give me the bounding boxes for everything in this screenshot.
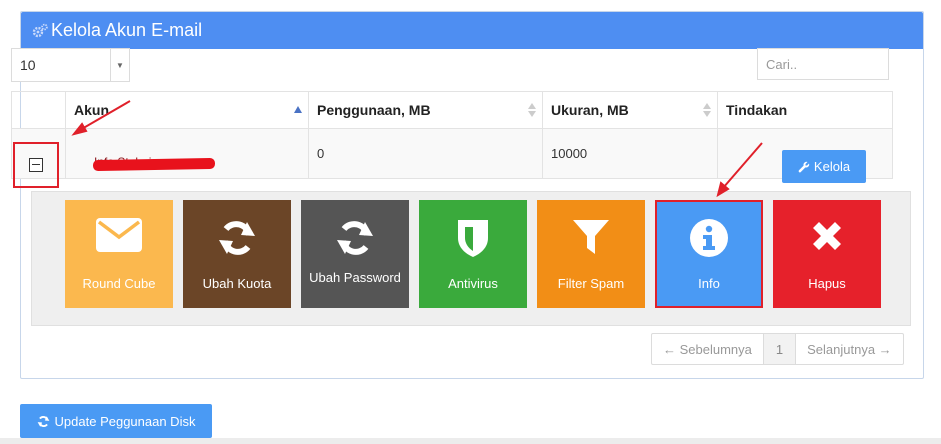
panel-title: Kelola Akun E-mail <box>51 20 203 40</box>
page-footer-strip <box>0 438 941 444</box>
tile-label: Ubah Password <box>309 270 401 285</box>
change-quota-tile[interactable]: Ubah Kuota <box>183 200 291 308</box>
redaction-mark <box>92 157 216 172</box>
minus-square-icon <box>29 158 43 172</box>
column-header-akun[interactable]: Akun <box>65 91 309 129</box>
size-cell: 10000 <box>542 128 718 179</box>
filter-icon <box>537 218 645 258</box>
page-length-value: 10 <box>20 57 36 73</box>
kelola-button[interactable]: Kelola <box>782 150 866 183</box>
search-input[interactable] <box>757 48 889 80</box>
update-disk-usage-button[interactable]: Update Peggunaan Disk <box>20 404 212 438</box>
usage-cell: 0 <box>308 128 543 179</box>
kelola-label: Kelola <box>813 159 851 174</box>
roundcube-tile[interactable]: Round Cube <box>65 200 173 308</box>
column-header-penggunaan[interactable]: Penggunaan, MB <box>308 91 543 129</box>
panel-heading: Kelola Akun E-mail <box>21 12 923 49</box>
shield-icon <box>419 218 527 258</box>
gears-icon <box>31 22 49 40</box>
tile-label: Info <box>698 276 720 291</box>
sort-icon <box>528 103 536 117</box>
expand-column-header <box>11 91 66 129</box>
refresh-icon <box>37 415 49 427</box>
close-icon <box>773 218 881 258</box>
refresh-icon <box>301 218 409 258</box>
page-length-select[interactable]: 10 ▼ <box>11 48 130 82</box>
antivirus-tile[interactable]: Antivirus <box>419 200 527 308</box>
prev-page-button[interactable]: ← Sebelumnya <box>652 334 764 364</box>
info-icon <box>657 218 761 258</box>
tile-label: Antivirus <box>448 276 498 291</box>
table-row: 0 10000 <box>11 128 893 179</box>
tile-label: Ubah Kuota <box>202 276 272 291</box>
page-number[interactable]: 1 <box>763 334 797 364</box>
spam-filter-tile[interactable]: Filter Spam <box>537 200 645 308</box>
wrench-icon <box>798 161 810 172</box>
sort-icon <box>703 103 711 117</box>
column-header-ukuran[interactable]: Ukuran, MB <box>542 91 718 129</box>
account-cell <box>65 128 309 179</box>
tile-label: Filter Spam <box>557 276 625 291</box>
info-tile[interactable]: Info <box>655 200 763 308</box>
sort-asc-icon <box>294 106 302 113</box>
change-password-tile[interactable]: Ubah Password <box>301 200 409 308</box>
envelope-icon <box>65 218 173 258</box>
pagination: ← Sebelumnya 1 Selanjutnya → <box>651 333 904 365</box>
update-button-label: Update Peggunaan Disk <box>54 413 196 429</box>
column-header-tindakan: Tindakan <box>717 91 893 129</box>
refresh-icon <box>183 218 291 258</box>
tile-label: Hapus <box>808 276 846 291</box>
tile-label: Round Cube <box>82 276 156 291</box>
delete-tile[interactable]: Hapus <box>773 200 881 308</box>
next-page-button[interactable]: Selanjutnya → <box>796 334 903 364</box>
chevron-down-icon[interactable]: ▼ <box>110 49 129 81</box>
collapse-row-toggle[interactable] <box>13 142 59 188</box>
